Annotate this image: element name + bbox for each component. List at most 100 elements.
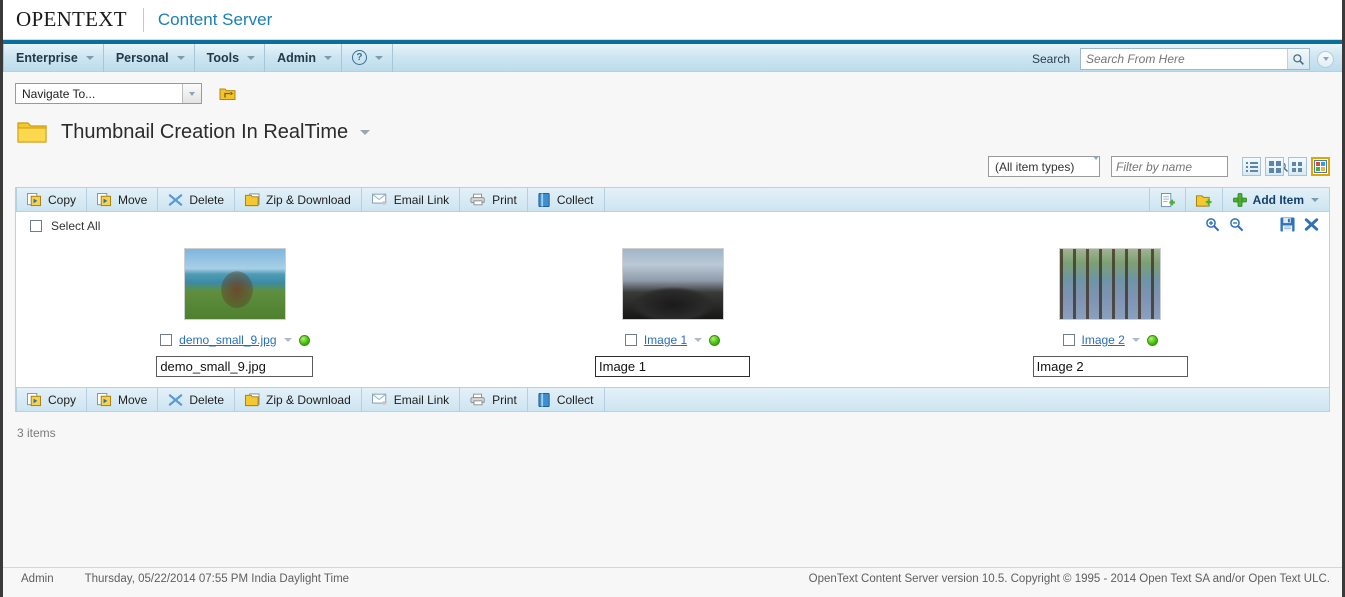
navigate-to-select[interactable]: Navigate To...	[15, 83, 202, 104]
add-item-label: Add Item	[1252, 193, 1304, 207]
add-item-button[interactable]: Add Item	[1221, 188, 1329, 212]
thumbnail-item: Image 1	[454, 248, 892, 377]
view-mode-thumbnails-button[interactable]	[1311, 157, 1330, 176]
collect-button-bottom[interactable]: Collect	[528, 387, 605, 412]
item-type-select[interactable]: (All item types)	[988, 155, 1100, 177]
item-checkbox[interactable]	[624, 334, 637, 346]
thumbnails-view-icon	[1314, 160, 1327, 173]
save-button[interactable]	[1280, 217, 1295, 235]
move-button-bottom[interactable]: Move	[87, 387, 159, 412]
move-button[interactable]: Move	[87, 187, 159, 212]
navigate-to-value: Navigate To...	[22, 86, 96, 101]
copy-icon	[27, 192, 42, 207]
brand-divider	[142, 7, 144, 32]
zoom-in-icon	[1206, 218, 1220, 232]
zoom-in-button[interactable]	[1205, 217, 1220, 235]
chevron-down-icon	[247, 55, 256, 60]
item-type-value: (All item types)	[995, 159, 1075, 174]
delete-button[interactable]: Delete	[158, 187, 236, 212]
item-name-link[interactable]: Image 1	[644, 333, 687, 347]
chevron-down-icon[interactable]	[360, 129, 371, 135]
zoom-out-button[interactable]	[1229, 217, 1244, 235]
zip-download-button-bottom[interactable]: Zip & Download	[235, 387, 362, 412]
thumbnail-image[interactable]	[621, 248, 724, 320]
search-icon	[1293, 53, 1304, 65]
thumbnail-name-row: Image 1	[624, 333, 721, 347]
move-icon	[97, 192, 112, 207]
view-mode-buttons	[1242, 157, 1330, 176]
email-link-icon	[371, 393, 388, 406]
chevron-down-icon[interactable]	[283, 338, 292, 342]
command-label: Print	[492, 392, 517, 407]
save-disk-icon	[1280, 217, 1295, 232]
filter-row: (All item types)	[3, 155, 1342, 177]
zip-download-button[interactable]: Zip & Download	[235, 187, 362, 212]
rename-input[interactable]	[595, 356, 750, 377]
menu-item-admin[interactable]: Admin	[265, 43, 342, 72]
chevron-down-icon	[1311, 198, 1319, 202]
thumbnail-image[interactable]	[183, 248, 286, 320]
command-label: Move	[118, 392, 148, 407]
brand-header: OPENTEXT Content Server	[3, 0, 1342, 40]
thumbnail-item: demo_small_9.jpg	[16, 248, 454, 377]
cancel-button[interactable]	[1304, 217, 1319, 235]
delete-button-bottom[interactable]: Delete	[158, 387, 236, 412]
folder-up-icon	[219, 88, 236, 100]
content-panel: Copy Move Delete Zip & Download Email Li…	[15, 187, 1330, 412]
item-name-link[interactable]: Image 2	[1082, 333, 1125, 347]
rename-input[interactable]	[156, 356, 314, 377]
command-label: Copy	[48, 392, 77, 407]
thumbnail-grid: demo_small_9.jpg Image 1	[16, 240, 1329, 387]
menu-item-help[interactable]: ?	[342, 43, 393, 72]
print-button[interactable]: Print	[460, 187, 528, 212]
chevron-down-icon	[374, 55, 383, 60]
chevron-down-icon[interactable]	[182, 84, 201, 103]
command-label: Print	[492, 192, 517, 207]
collect-icon	[538, 192, 551, 207]
application-window: OPENTEXT Content Server Enterprise Perso…	[0, 0, 1345, 597]
item-name-link[interactable]: demo_small_9.jpg	[179, 333, 276, 347]
up-one-level-button[interactable]	[219, 86, 236, 101]
copy-button[interactable]: Copy	[16, 187, 88, 212]
thumbnail-image[interactable]	[1059, 248, 1162, 320]
search-box[interactable]	[1080, 48, 1310, 70]
thumbnail-item: Image 2	[891, 248, 1329, 377]
chevron-down-icon[interactable]	[694, 338, 703, 342]
item-checkbox[interactable]	[160, 334, 173, 346]
page-title-row: Thumbnail Creation In RealTime	[3, 104, 1342, 144]
email-link-button[interactable]: Email Link	[362, 187, 461, 212]
status-indicator-icon	[298, 334, 310, 346]
print-button-bottom[interactable]: Print	[460, 387, 528, 412]
menu-item-tools[interactable]: Tools	[195, 43, 266, 72]
chevron-down-icon[interactable]	[1093, 155, 1099, 174]
select-all-checkbox[interactable]	[30, 220, 42, 232]
view-mode-large-tiles-button[interactable]	[1265, 157, 1284, 176]
email-link-button-bottom[interactable]: Email Link	[362, 387, 461, 412]
view-mode-small-tiles-button[interactable]	[1288, 157, 1307, 176]
list-view-icon	[1245, 161, 1258, 172]
menu-item-enterprise[interactable]: Enterprise	[3, 43, 104, 72]
command-label: Zip & Download	[266, 192, 351, 207]
toolbar-right-group: Add Item	[1148, 188, 1329, 212]
view-mode-list-button[interactable]	[1242, 157, 1261, 176]
copy-button-bottom[interactable]: Copy	[16, 387, 88, 412]
rename-input[interactable]	[1032, 356, 1188, 377]
status-indicator-icon	[709, 334, 721, 346]
chevron-down-icon[interactable]	[1131, 338, 1140, 342]
new-document-icon	[1160, 192, 1175, 208]
search-options-button[interactable]	[1317, 50, 1334, 68]
filter-by-name-box[interactable]	[1111, 156, 1289, 177]
collect-button[interactable]: Collect	[528, 187, 605, 212]
command-label: Collect	[556, 192, 594, 207]
toolbar-bottom: Copy Move Delete Zip & Download Email Li…	[16, 387, 1329, 412]
item-checkbox[interactable]	[1062, 334, 1075, 346]
thumbnail-name-row: demo_small_9.jpg	[160, 333, 310, 347]
new-folder-button[interactable]	[1184, 188, 1222, 212]
plus-icon	[1232, 193, 1247, 207]
new-document-button[interactable]	[1148, 188, 1185, 212]
search-button[interactable]	[1287, 49, 1309, 69]
search-input[interactable]	[1081, 49, 1287, 69]
chevron-down-icon	[176, 55, 185, 60]
search-label: Search	[1031, 52, 1070, 66]
menu-item-personal[interactable]: Personal	[104, 43, 195, 72]
